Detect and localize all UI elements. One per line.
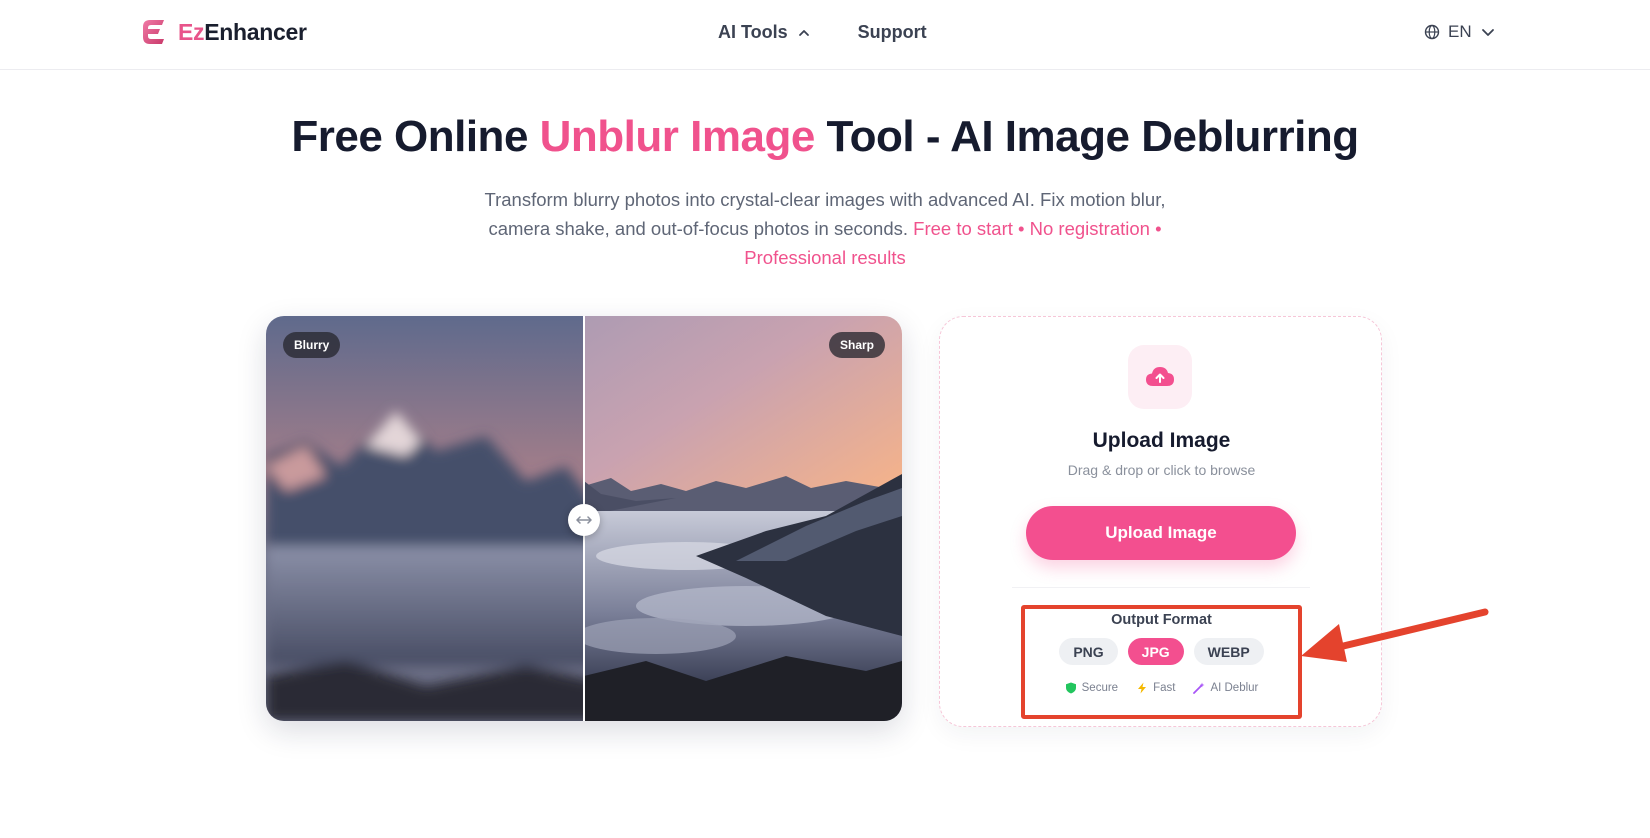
title-before: Free Online: [291, 112, 540, 161]
arrows-horizontal-icon: [576, 516, 592, 524]
page-subtitle: Transform blurry photos into crystal-cle…: [455, 185, 1195, 272]
site-header: EzEnhancer AI Tools Support EN: [0, 0, 1650, 70]
comparison-slider-handle[interactable]: [568, 504, 600, 536]
logo-text-ez: Ez: [178, 18, 205, 45]
nav-ai-tools[interactable]: AI Tools: [718, 22, 810, 43]
nav-support[interactable]: Support: [858, 22, 927, 43]
upload-hint: Drag & drop or click to browse: [1067, 462, 1256, 478]
language-selector[interactable]: EN: [1424, 22, 1496, 42]
cloud-upload-icon: [1146, 367, 1174, 386]
logo-text-rest: Enhancer: [204, 18, 307, 45]
before-after-comparison[interactable]: Blurry Sharp: [266, 316, 902, 721]
logo[interactable]: EzEnhancer: [142, 18, 307, 46]
annotation-arrow-icon: [1301, 608, 1489, 662]
nav-support-label: Support: [857, 22, 927, 42]
sharp-badge: Sharp: [828, 332, 885, 358]
divider: [1012, 587, 1310, 588]
language-label: EN: [1448, 22, 1472, 41]
page-title: Free Online Unblur Image Tool - AI Image…: [0, 112, 1650, 162]
title-after: Tool - AI Image Deblurring: [814, 112, 1360, 161]
logo-icon: [143, 20, 164, 44]
main-nav: AI Tools Support: [718, 22, 927, 43]
upload-title: Upload Image: [1092, 429, 1231, 452]
chevron-down-icon: [1481, 29, 1494, 36]
logo-text: EzEnhancer: [178, 19, 307, 46]
upload-cloud-button[interactable]: [1128, 345, 1192, 409]
blurry-badge: Blurry: [283, 332, 341, 358]
annotation-highlight-box: [1021, 605, 1302, 719]
upload-image-button[interactable]: Upload Image: [1026, 506, 1296, 560]
chevron-up-icon: [798, 29, 809, 36]
title-accent: Unblur Image: [539, 112, 816, 161]
globe-icon: [1424, 24, 1440, 40]
nav-ai-tools-label: AI Tools: [718, 22, 788, 42]
